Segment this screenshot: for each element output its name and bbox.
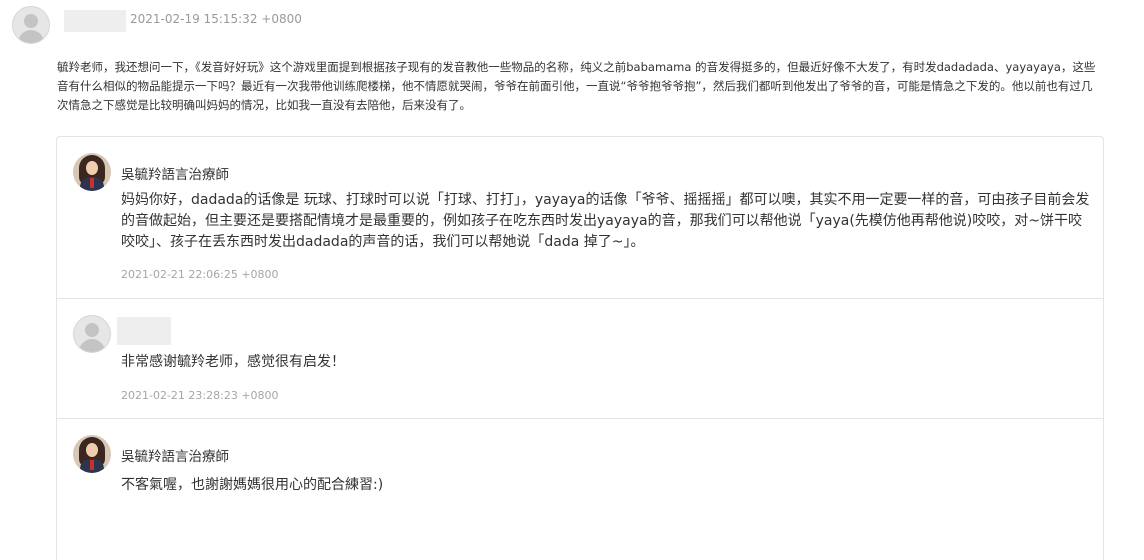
replies-container: 吳毓羚語言治療師 妈妈你好，dadada的话像是 玩球、打球时可以说「打球、打打… [56, 136, 1104, 560]
reply-timestamp: 2021-02-21 23:28:23 +0800 [121, 389, 279, 402]
post-header: 2021-02-19 15:15:32 +0800 [12, 6, 612, 46]
therapist-avatar[interactable] [73, 153, 111, 191]
reply-item: 吳毓羚語言治療師 妈妈你好，dadada的话像是 玩球、打球时可以说「打球、打打… [57, 137, 1103, 299]
username-redacted [117, 317, 171, 345]
username-redacted [64, 10, 126, 32]
reply-author[interactable]: 吳毓羚語言治療師 [121, 445, 229, 465]
avatar-head-shape [24, 14, 38, 28]
reply-content: 不客氣喔，也謝謝媽媽很用心的配合練習:) [121, 477, 384, 493]
reply-content: 非常感谢毓羚老师，感觉很有启发！ [121, 354, 345, 370]
user-avatar[interactable] [12, 6, 50, 44]
reply-item: 非常感谢毓羚老师，感觉很有启发！ 2021-02-21 23:28:23 +08… [57, 299, 1103, 419]
post-timestamp: 2021-02-19 15:15:32 +0800 [130, 12, 302, 26]
reply-item: 吳毓羚語言治療師 不客氣喔，也謝謝媽媽很用心的配合練習:) [57, 419, 1103, 560]
avatar-body-shape [18, 30, 44, 43]
reply-content: 妈妈你好，dadada的话像是 玩球、打球时可以说「打球、打打」，yayaya的… [121, 192, 1090, 250]
reply-author[interactable]: 吳毓羚語言治療師 [121, 163, 229, 183]
reply-timestamp: 2021-02-21 22:06:25 +0800 [121, 268, 279, 281]
post-body: 毓羚老师，我还想问一下，《发音好好玩》这个游戏里面提到根据孩子现有的发音教他一些… [57, 60, 1096, 112]
user-avatar[interactable] [73, 315, 111, 353]
therapist-avatar[interactable] [73, 435, 111, 473]
